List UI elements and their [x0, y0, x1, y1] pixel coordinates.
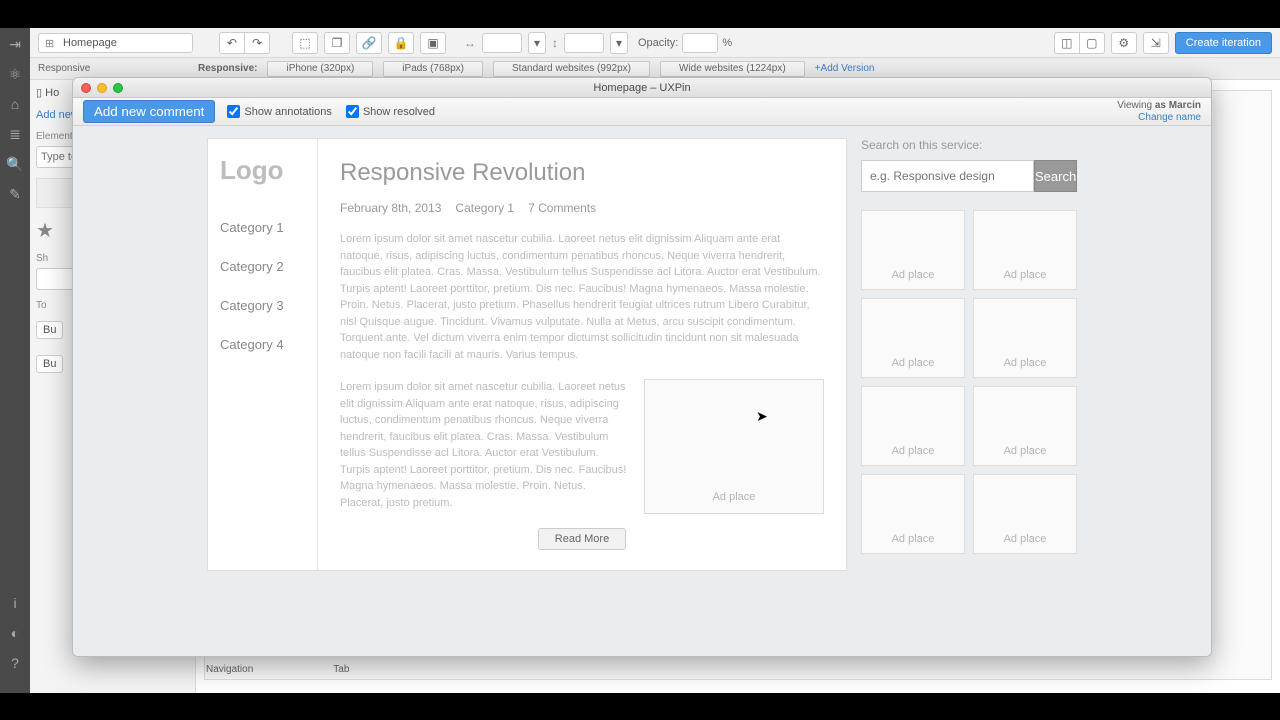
- category-4[interactable]: Category 4: [220, 325, 305, 364]
- create-iteration-button[interactable]: Create iteration: [1175, 32, 1272, 54]
- responsive-label: Responsive:: [198, 63, 257, 74]
- ad-placeholder: Ad place: [861, 210, 965, 290]
- article-comments[interactable]: 7 Comments: [528, 201, 596, 215]
- version-standard[interactable]: Standard websites (992px): [493, 61, 650, 77]
- article-para-2: Lorem ipsum dolor sit amet nascetur cubi…: [340, 379, 630, 514]
- atom-icon[interactable]: ⚛: [7, 66, 23, 82]
- logout-icon[interactable]: ⇥: [7, 36, 23, 52]
- search-label: Search on this service:: [861, 138, 1077, 152]
- show-resolved-checkbox[interactable]: [346, 105, 359, 118]
- height-icon: ↕: [552, 36, 558, 50]
- search-button[interactable]: Search: [1034, 160, 1077, 192]
- read-more-button[interactable]: Read More: [538, 528, 626, 550]
- left-rail: ⇥ ⚛ ⌂ ≣ 🔍 ✎ i ◐ ?: [0, 28, 30, 693]
- window-titlebar: Homepage – UXPin: [73, 78, 1211, 98]
- export-button[interactable]: ⇲: [1143, 32, 1169, 54]
- show-annotations-toggle[interactable]: Show annotations: [227, 105, 331, 118]
- article: Responsive Revolution February 8th, 2013…: [318, 139, 846, 570]
- wand-icon[interactable]: ✎: [7, 186, 23, 202]
- info-icon[interactable]: i: [7, 595, 23, 611]
- opacity-input[interactable]: [682, 33, 718, 53]
- article-para-1: Lorem ipsum dolor sit amet nascetur cubi…: [340, 231, 824, 363]
- category-nav: Logo Category 1 Category 2 Category 3 Ca…: [208, 139, 318, 570]
- width-stepper[interactable]: ▾: [528, 32, 546, 54]
- image-button[interactable]: ▣: [420, 32, 446, 54]
- ad-placeholder: Ad place: [973, 386, 1077, 466]
- lock-button[interactable]: 🔒: [388, 32, 414, 54]
- ad-placeholder: Ad place: [861, 474, 965, 554]
- inline-ad-placeholder: Ad place: [644, 379, 824, 514]
- search-input[interactable]: [861, 160, 1034, 192]
- category-1[interactable]: Category 1: [220, 208, 305, 247]
- settings-button[interactable]: ⚙: [1111, 32, 1137, 54]
- home-icon[interactable]: ⌂: [7, 96, 23, 112]
- element-navigation[interactable]: Navigation: [206, 664, 253, 675]
- article-date: February 8th, 2013: [340, 201, 441, 215]
- avatar-icon[interactable]: ◐: [7, 625, 23, 641]
- responsive-section: Responsive: [38, 63, 90, 74]
- show-annotations-checkbox[interactable]: [227, 105, 240, 118]
- view-single-button[interactable]: ▢: [1079, 32, 1105, 54]
- resize-icon: ↔: [464, 36, 476, 50]
- logo-placeholder: Logo: [220, 155, 305, 186]
- version-iphone[interactable]: iPhone (320px): [267, 61, 373, 77]
- change-name-link[interactable]: Change name: [1138, 112, 1201, 123]
- undo-button[interactable]: ↶: [219, 32, 245, 54]
- height-stepper[interactable]: ▾: [610, 32, 628, 54]
- prototype: Logo Category 1 Category 2 Category 3 Ca…: [207, 138, 1077, 571]
- select-button[interactable]: ⬚: [292, 32, 318, 54]
- panel-btn-2[interactable]: Bu: [36, 355, 63, 373]
- ad-placeholder: Ad place: [973, 298, 1077, 378]
- add-comment-button[interactable]: Add new comment: [83, 100, 215, 123]
- panel-btn-1[interactable]: Bu: [36, 321, 63, 339]
- height-input[interactable]: [564, 33, 604, 53]
- preview-toolbar: Add new comment Show annotations Show re…: [73, 98, 1211, 126]
- doc-label: Ho: [45, 87, 59, 99]
- show-resolved-toggle[interactable]: Show resolved: [346, 105, 435, 118]
- width-input[interactable]: [482, 33, 522, 53]
- ad-grid: Ad place Ad place Ad place Ad place Ad p…: [861, 210, 1077, 554]
- ad-placeholder: Ad place: [973, 474, 1077, 554]
- version-ipad[interactable]: iPads (768px): [383, 61, 483, 77]
- opacity-unit: %: [722, 37, 732, 49]
- search-icon[interactable]: 🔍: [7, 156, 23, 172]
- version-wide[interactable]: Wide websites (1224px): [660, 61, 805, 77]
- breadcrumb-label: Homepage: [63, 37, 117, 49]
- layers-icon[interactable]: ≣: [7, 126, 23, 142]
- tree-icon: ⊞: [45, 37, 57, 49]
- star-icon: ★: [36, 218, 54, 243]
- link-button[interactable]: 🔗: [356, 32, 382, 54]
- ad-placeholder: Ad place: [861, 386, 965, 466]
- category-2[interactable]: Category 2: [220, 247, 305, 286]
- viewing-info: Viewing as Marcin Change name: [1117, 100, 1201, 124]
- view-split-button[interactable]: ◫: [1054, 32, 1080, 54]
- article-category[interactable]: Category 1: [455, 201, 514, 215]
- topbar: ⊞ Homepage ↶ ↷ ⬚ ❐ 🔗 🔒 ▣ ↔ ▾ ↕ ▾ Opacity…: [30, 28, 1280, 58]
- opacity-label: Opacity:: [638, 37, 678, 49]
- category-3[interactable]: Category 3: [220, 286, 305, 325]
- doc-icon: ▯: [36, 87, 42, 99]
- article-title: Responsive Revolution: [340, 159, 824, 187]
- add-version-link[interactable]: +Add Version: [815, 63, 875, 74]
- redo-button[interactable]: ↷: [244, 32, 270, 54]
- window-title: Homepage – UXPin: [73, 82, 1211, 94]
- proto-main: Logo Category 1 Category 2 Category 3 Ca…: [207, 138, 847, 571]
- help-icon[interactable]: ?: [7, 655, 23, 671]
- element-tab[interactable]: Tab: [333, 664, 349, 675]
- breadcrumb[interactable]: ⊞ Homepage: [38, 33, 193, 53]
- proto-sidebar: Search on this service: Search Ad place …: [861, 138, 1077, 571]
- preview-body: Logo Category 1 Category 2 Category 3 Ca…: [73, 126, 1211, 656]
- copy-button[interactable]: ❐: [324, 32, 350, 54]
- ad-placeholder: Ad place: [973, 210, 1077, 290]
- ad-placeholder: Ad place: [861, 298, 965, 378]
- preview-window: Homepage – UXPin Add new comment Show an…: [72, 77, 1212, 657]
